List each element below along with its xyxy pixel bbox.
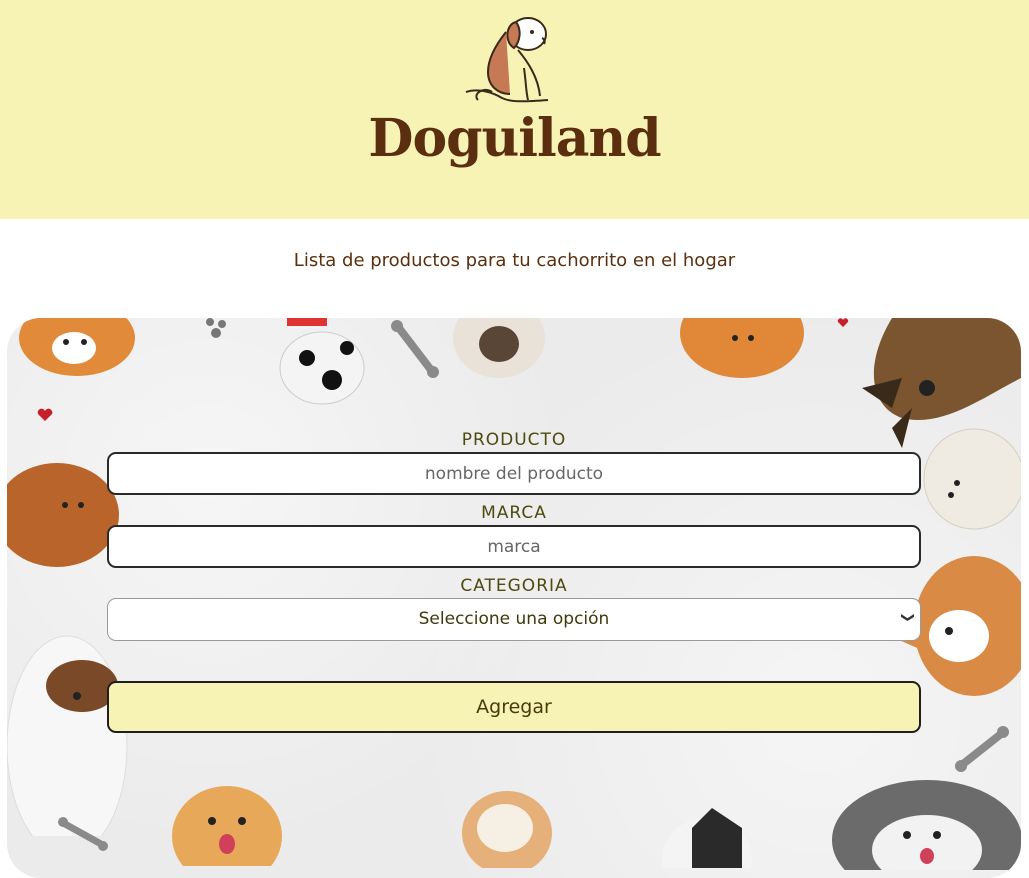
form-panel: PRODUCTO MARCA CATEGORIA Seleccione una … [7, 318, 1021, 878]
golden-retriever-illustration-icon [172, 786, 282, 866]
dalmatian-illustration-icon [279, 318, 365, 405]
site-header: Doguiland [0, 0, 1029, 219]
cat-illustration-icon [662, 808, 752, 868]
brand-title: Doguiland [368, 108, 661, 169]
categoria-label: CATEGORIA [460, 576, 568, 596]
dog-logo-icon [465, 17, 549, 103]
producto-input[interactable] [107, 452, 921, 495]
chevron-down-icon: ❯ [900, 612, 916, 623]
pomeranian-illustration-icon [680, 318, 804, 378]
product-form: PRODUCTO MARCA CATEGORIA Seleccione una … [107, 428, 921, 733]
categoria-selected-value: Seleccione una opción [107, 598, 921, 641]
bone-icon [58, 817, 108, 851]
bone-icon [955, 726, 1009, 772]
hamster-illustration-icon [462, 791, 552, 868]
dog-illustration-icon [19, 318, 135, 376]
bone-icon [391, 320, 439, 378]
categoria-select[interactable]: Seleccione una opción ❯ [107, 598, 921, 641]
heart-icon [37, 408, 53, 421]
agregar-button[interactable]: Agregar [107, 681, 921, 733]
yorkie-illustration-icon [7, 463, 119, 567]
marca-label: MARCA [481, 503, 547, 523]
husky-illustration-icon [832, 780, 1021, 870]
page-tagline: Lista de productos para tu cachorrito en… [293, 250, 736, 271]
marca-input[interactable] [107, 525, 921, 568]
bichon-illustration-icon [923, 428, 1021, 530]
producto-label: PRODUCTO [461, 430, 567, 450]
siamese-cat-illustration-icon [453, 318, 545, 378]
paw-print-icon [206, 318, 226, 338]
